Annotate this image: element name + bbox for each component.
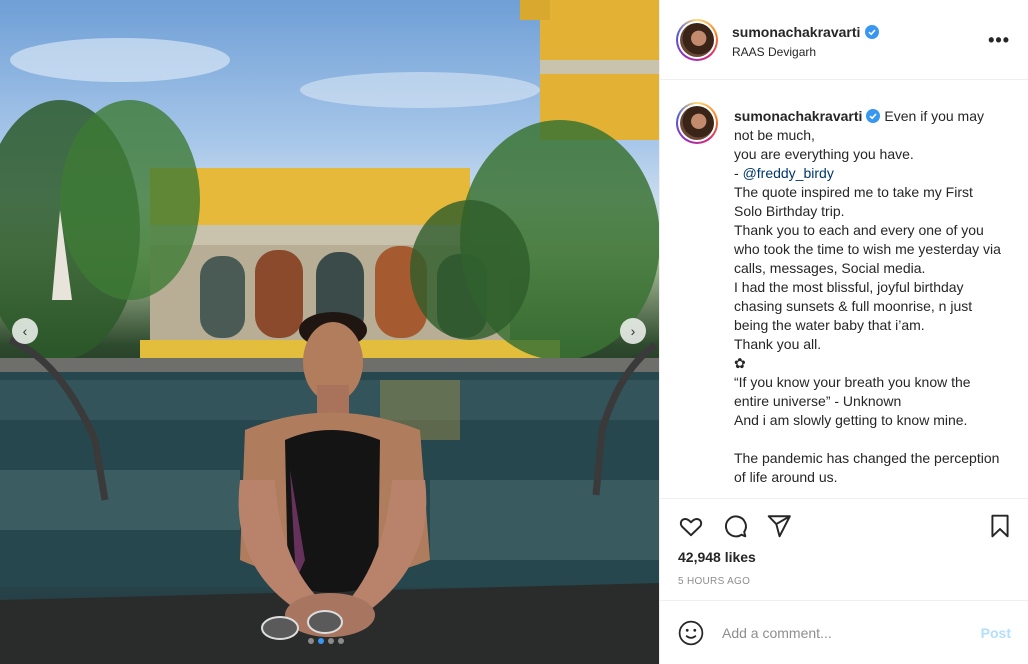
header-user: sumonachakravarti xyxy=(732,24,880,40)
previous-photo-button[interactable]: ‹ xyxy=(12,318,38,344)
caption-username[interactable]: sumonachakravarti xyxy=(734,108,862,124)
post-comment-button[interactable]: Post xyxy=(981,625,1011,641)
chevron-right-icon: › xyxy=(630,323,636,339)
post-header: sumonachakravarti RAAS Devigarh ••• xyxy=(660,0,1028,80)
carousel-dot-active xyxy=(318,638,324,644)
comment-icon[interactable] xyxy=(722,513,748,539)
post-actions: 42,948 likes 5 HOURS AGO xyxy=(660,498,1028,600)
heart-icon[interactable] xyxy=(678,513,704,539)
carousel-dot xyxy=(308,638,314,644)
verified-badge-icon xyxy=(866,109,881,123)
pool-scene-illustration xyxy=(0,0,659,664)
post-side-panel: sumonachakravarti RAAS Devigarh ••• sumo… xyxy=(659,0,1028,664)
more-options-icon[interactable]: ••• xyxy=(988,30,1010,51)
mention-link[interactable]: @freddy_birdy xyxy=(743,165,834,181)
caption-area[interactable]: sumonachakravarti Even if you may not be … xyxy=(660,81,1028,498)
avatar[interactable] xyxy=(676,19,718,61)
post-timestamp[interactable]: 5 HOURS AGO xyxy=(678,576,750,587)
carousel-dot xyxy=(338,638,344,644)
carousel-indicator xyxy=(308,638,344,644)
username-link[interactable]: sumonachakravarti xyxy=(732,24,860,40)
location-link[interactable]: RAAS Devigarh xyxy=(732,45,816,59)
caption-text: sumonachakravarti Even if you may not be … xyxy=(734,107,1004,487)
verified-badge-icon xyxy=(865,25,880,39)
avatar[interactable] xyxy=(676,102,718,144)
comment-input[interactable] xyxy=(722,621,962,645)
share-icon[interactable] xyxy=(766,513,792,539)
comment-bar: Post xyxy=(660,600,1028,664)
chevron-left-icon: ‹ xyxy=(22,323,28,339)
next-photo-button[interactable]: › xyxy=(620,318,646,344)
emoji-icon[interactable] xyxy=(678,620,704,646)
likes-count[interactable]: 42,948 likes xyxy=(678,549,756,565)
caption-line-2: The quote inspired me to take my First S… xyxy=(734,184,1001,485)
post-photo[interactable]: ‹ › xyxy=(0,0,659,664)
bookmark-icon[interactable] xyxy=(987,513,1013,539)
carousel-dot xyxy=(328,638,334,644)
